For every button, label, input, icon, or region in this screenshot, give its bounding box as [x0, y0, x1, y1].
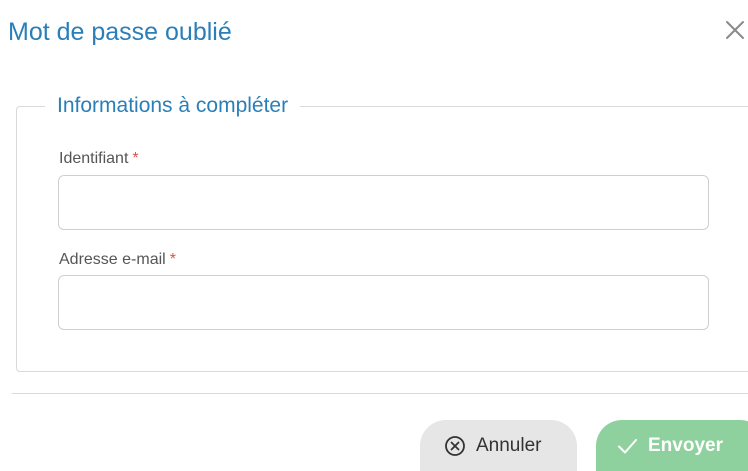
close-icon[interactable] [723, 18, 747, 42]
required-marker: * [132, 150, 139, 167]
footer-divider [12, 393, 748, 394]
email-label-text: Adresse e-mail [59, 251, 166, 268]
email-input[interactable] [58, 275, 709, 330]
email-label: Adresse e-mail * [59, 250, 176, 270]
circle-x-icon [445, 435, 465, 456]
dialog-title: Mot de passe oublié [8, 18, 232, 46]
form-fieldset [16, 106, 748, 372]
username-label: Identifiant * [59, 149, 139, 169]
username-input[interactable] [58, 175, 709, 230]
cancel-button[interactable]: Annuler [420, 420, 577, 471]
required-marker: * [169, 251, 176, 268]
cancel-button-label: Annuler [476, 434, 542, 456]
forgot-password-dialog: Mot de passe oublié Informations à compl… [0, 0, 748, 471]
fieldset-legend: Informations à compléter [45, 89, 301, 123]
send-button[interactable]: Envoyer [596, 420, 748, 471]
username-label-text: Identifiant [59, 150, 129, 167]
send-button-label: Envoyer [648, 434, 723, 456]
check-icon [618, 438, 637, 453]
